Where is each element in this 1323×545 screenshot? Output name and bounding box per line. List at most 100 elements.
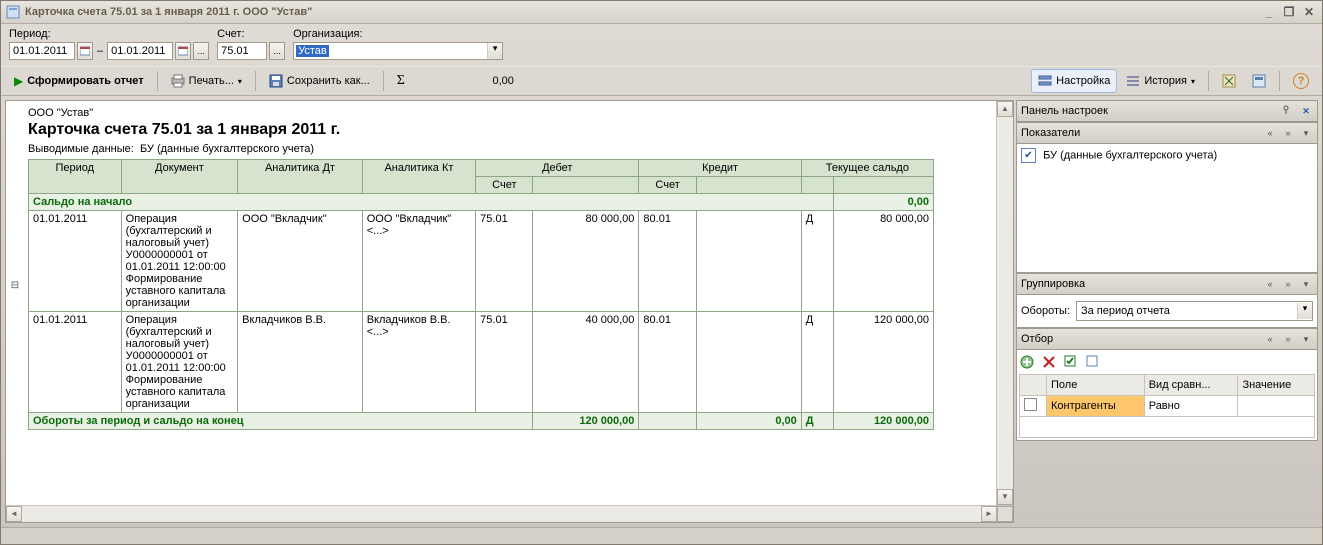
form-report-label: Сформировать отчет — [27, 75, 143, 87]
org-dropdown-button[interactable]: ▾ — [487, 43, 502, 59]
scroll-left-button[interactable]: ◄ — [6, 506, 22, 522]
indicator-label: БУ (данные бухгалтерского учета) — [1043, 149, 1217, 161]
play-icon: ▶ — [14, 74, 23, 88]
indicators-title: Показатели — [1021, 127, 1259, 139]
col-field: Поле — [1047, 375, 1145, 396]
save-as-button[interactable]: Сохранить как... — [262, 69, 377, 93]
turnover-combo[interactable]: За период отчета ▾ — [1076, 301, 1313, 321]
totals-dt: 120 000,00 — [533, 413, 639, 430]
uncheck-all-button[interactable] — [1085, 354, 1101, 370]
grouping-title: Группировка — [1021, 278, 1259, 290]
account-label: Счет: — [217, 28, 285, 40]
turnover-value: За период отчета — [1081, 305, 1170, 317]
selection-collapse-right[interactable]: » — [1281, 332, 1295, 346]
scroll-down-button[interactable]: ▼ — [997, 489, 1013, 505]
start-saldo-label: Сальдо на начало — [29, 194, 834, 211]
checkbox-checked-icon[interactable]: ✔ — [1021, 148, 1036, 163]
col-an-dt: Аналитика Дт — [238, 160, 363, 194]
selection-collapse-left[interactable]: « — [1263, 332, 1277, 346]
indicators-collapse-right[interactable]: » — [1281, 126, 1295, 140]
date-to-input[interactable] — [107, 42, 173, 60]
col-an-kt: Аналитика Кт — [362, 160, 475, 194]
form-report-button[interactable]: ▶ Сформировать отчет — [7, 69, 151, 93]
report-table: Период Документ Аналитика Дт Аналитика К… — [28, 159, 934, 430]
settings-label: Настройка — [1056, 75, 1110, 87]
report-title: Карточка счета 75.01 за 1 января 2011 г. — [28, 121, 996, 139]
tool-icon-2[interactable] — [1245, 69, 1273, 93]
totals-kt: 0,00 — [696, 413, 801, 430]
date-to-picker-button[interactable] — [175, 42, 191, 60]
scroll-up-button[interactable]: ▲ — [997, 101, 1013, 117]
indicators-menu-button[interactable]: ▾ — [1299, 126, 1313, 140]
col-balance: Текущее сальдо — [801, 160, 933, 177]
filter-value-cell[interactable] — [1238, 396, 1315, 417]
filter-grid: Поле Вид сравн... Значение Контрагенты Р… — [1019, 374, 1315, 438]
sigma-icon: Σ — [397, 73, 405, 89]
org-label: Организация: — [293, 28, 503, 40]
close-button[interactable]: ✕ — [1300, 3, 1318, 21]
add-filter-button[interactable] — [1019, 354, 1035, 370]
table-row: 01.01.2011 Операция (бухгалтерский и нал… — [29, 211, 934, 312]
settings-icon — [1038, 74, 1052, 88]
col-debit: Дебет — [476, 160, 639, 177]
selection-menu-button[interactable]: ▾ — [1299, 332, 1313, 346]
printer-icon — [171, 74, 185, 88]
filter-compare-cell[interactable]: Равно — [1144, 396, 1238, 417]
history-icon — [1126, 74, 1140, 88]
app-icon — [5, 4, 21, 20]
print-button[interactable]: Печать... ▾ — [164, 69, 249, 93]
help-button[interactable]: ? — [1286, 69, 1316, 93]
indicator-item[interactable]: ✔ БУ (данные бухгалтерского учета) — [1021, 148, 1313, 163]
table-row: 01.01.2011 Операция (бухгалтерский и нал… — [29, 312, 934, 413]
start-saldo-amount: 0,00 — [833, 194, 933, 211]
help-icon: ? — [1293, 73, 1309, 89]
window-title: Карточка счета 75.01 за 1 января 2011 г.… — [25, 6, 312, 18]
account-input[interactable] — [217, 42, 267, 60]
panel-close-button[interactable]: ✕ — [1299, 104, 1313, 118]
org-input[interactable]: Устав ▾ — [293, 42, 503, 60]
panel-pin-button[interactable] — [1281, 104, 1295, 118]
grouping-collapse-right[interactable]: » — [1281, 277, 1295, 291]
period-label: Период: — [9, 28, 209, 40]
check-all-button[interactable] — [1063, 354, 1079, 370]
minimize-button[interactable]: _ — [1260, 3, 1278, 21]
panel-title: Панель настроек — [1021, 105, 1277, 117]
tool-icon-1[interactable] — [1215, 69, 1243, 93]
date-from-picker-button[interactable] — [77, 42, 93, 60]
selection-title: Отбор — [1021, 333, 1259, 345]
account-select-button[interactable]: ... — [269, 42, 285, 60]
grouping-menu-button[interactable]: ▾ — [1299, 277, 1313, 291]
settings-button[interactable]: Настройка — [1031, 69, 1117, 93]
grouping-collapse-left[interactable]: « — [1263, 277, 1277, 291]
subinfo-label: Выводимые данные: — [28, 143, 134, 155]
turnover-label: Обороты: — [1021, 305, 1070, 317]
col-dt-acc: Счет — [476, 177, 533, 194]
totals-dk: Д — [801, 413, 833, 430]
maximize-button[interactable]: ❐ — [1280, 3, 1298, 21]
scroll-right-button[interactable]: ► — [981, 506, 997, 522]
vertical-scrollbar[interactable]: ▲ ▼ — [996, 101, 1013, 505]
indicators-collapse-left[interactable]: « — [1263, 126, 1277, 140]
col-kt-acc: Счет — [639, 177, 696, 194]
subinfo-value: БУ (данные бухгалтерского учета) — [140, 143, 314, 155]
horizontal-scrollbar[interactable]: ◄ ► — [6, 505, 1013, 522]
period-select-button[interactable]: ... — [193, 42, 209, 60]
save-icon — [269, 74, 283, 88]
print-label: Печать... — [189, 75, 234, 87]
history-label: История — [1144, 75, 1187, 87]
turnover-dropdown-button[interactable]: ▾ — [1297, 303, 1312, 319]
sum-value: 0,00 — [414, 75, 520, 87]
filter-row[interactable]: Контрагенты Равно — [1020, 396, 1315, 417]
sum-button[interactable]: Σ — [390, 69, 412, 93]
col-compare: Вид сравн... — [1144, 375, 1238, 396]
report-org: ООО "Устав" — [28, 107, 996, 119]
col-value: Значение — [1238, 375, 1315, 396]
date-from-input[interactable] — [9, 42, 75, 60]
collapse-handle[interactable]: ⊟ — [8, 279, 22, 293]
history-button[interactable]: История ▾ — [1119, 69, 1202, 93]
totals-bal: 120 000,00 — [833, 413, 933, 430]
delete-filter-button[interactable] — [1041, 354, 1057, 370]
status-bar — [1, 527, 1322, 544]
filter-field-cell[interactable]: Контрагенты — [1047, 396, 1145, 417]
col-document: Документ — [121, 160, 238, 194]
